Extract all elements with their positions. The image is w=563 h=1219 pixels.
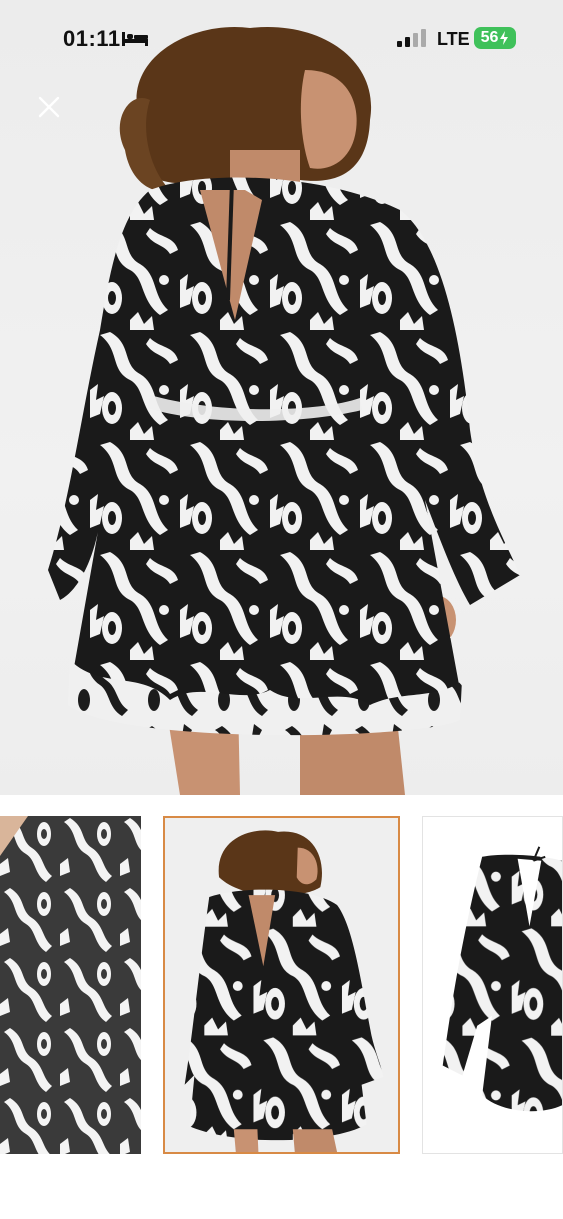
thumbnail-back-view[interactable] [163, 816, 400, 1154]
thumbnail-product-flat[interactable] [422, 816, 563, 1154]
network-type: LTE [437, 29, 470, 49]
product-image-main[interactable]: 01:11 LTE 56 [0, 0, 563, 795]
close-icon[interactable] [34, 92, 64, 122]
battery-level: 56 [480, 29, 499, 46]
bed-icon [122, 32, 148, 46]
cellular-signal-icon [397, 29, 426, 47]
back-view-thumbnail-image [165, 818, 398, 1152]
battery-indicator: 56 [474, 27, 516, 49]
status-bar: 01:11 LTE 56 [0, 0, 563, 78]
product-flat-image [423, 817, 562, 1153]
model-back-view-image [48, 26, 520, 795]
status-time: 01:11 [63, 26, 121, 51]
bolt-icon [500, 31, 509, 45]
thumbnail-strip [0, 816, 563, 1156]
thumbnail-fabric-closeup[interactable] [0, 816, 141, 1154]
fabric-closeup-image [0, 816, 141, 1154]
